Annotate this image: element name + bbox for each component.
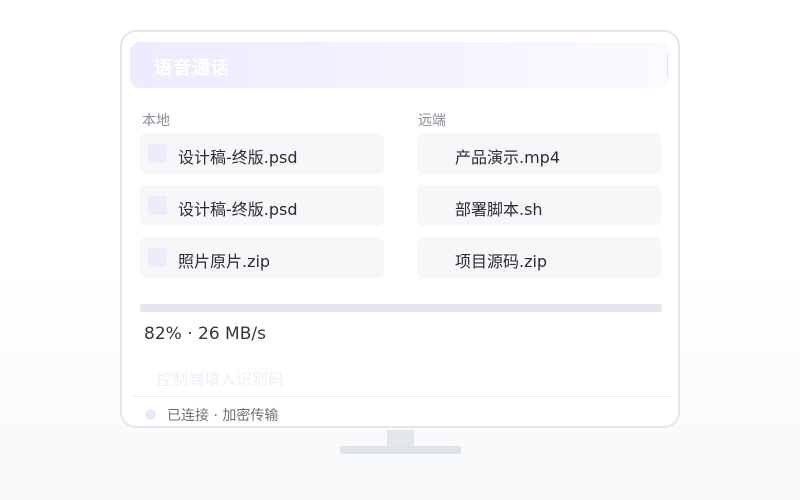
remote-file-item[interactable]: 项目源码.zip xyxy=(417,237,661,278)
transfer-status: 82% · 26 MB/s xyxy=(144,324,266,344)
connection-status-dot xyxy=(145,409,156,420)
footer-divider xyxy=(132,396,670,397)
local-column-label: 本地 xyxy=(142,113,170,129)
access-code-hint: 控制端填入识别码 xyxy=(156,370,285,389)
monitor-stand-neck xyxy=(387,430,414,446)
file-name: 项目源码.zip xyxy=(455,252,548,271)
call-header: 语音通话 xyxy=(130,42,670,88)
remote-column-label: 远端 xyxy=(418,113,446,129)
transfer-progress-fill xyxy=(140,304,569,312)
monitor-stand-base xyxy=(340,446,461,454)
monitor-frame: 语音通话 本地 远端 设计稿-终版.psd 设计稿-终版.psd 照片原片.zi… xyxy=(120,30,680,428)
file-name: 设计稿-终版.psd xyxy=(178,148,298,167)
file-name: 设计稿-终版.psd xyxy=(178,200,298,219)
header-title: 语音通话 xyxy=(154,58,230,79)
header-divider xyxy=(667,54,668,78)
file-icon xyxy=(148,248,167,267)
file-name: 照片原片.zip xyxy=(178,252,271,271)
remote-file-item[interactable]: 部署脚本.sh xyxy=(417,185,661,226)
file-icon xyxy=(148,196,167,215)
local-file-item[interactable]: 设计稿-终版.psd xyxy=(140,133,384,174)
local-file-item[interactable]: 设计稿-终版.psd xyxy=(140,185,384,226)
file-icon xyxy=(148,144,167,163)
file-name: 产品演示.mp4 xyxy=(455,148,561,167)
connection-status-text: 已连接 · 加密传输 xyxy=(167,408,279,424)
file-name: 部署脚本.sh xyxy=(455,200,543,219)
transfer-progress-bar xyxy=(140,304,662,312)
remote-file-item[interactable]: 产品演示.mp4 xyxy=(417,133,661,174)
local-file-item[interactable]: 照片原片.zip xyxy=(140,237,384,278)
